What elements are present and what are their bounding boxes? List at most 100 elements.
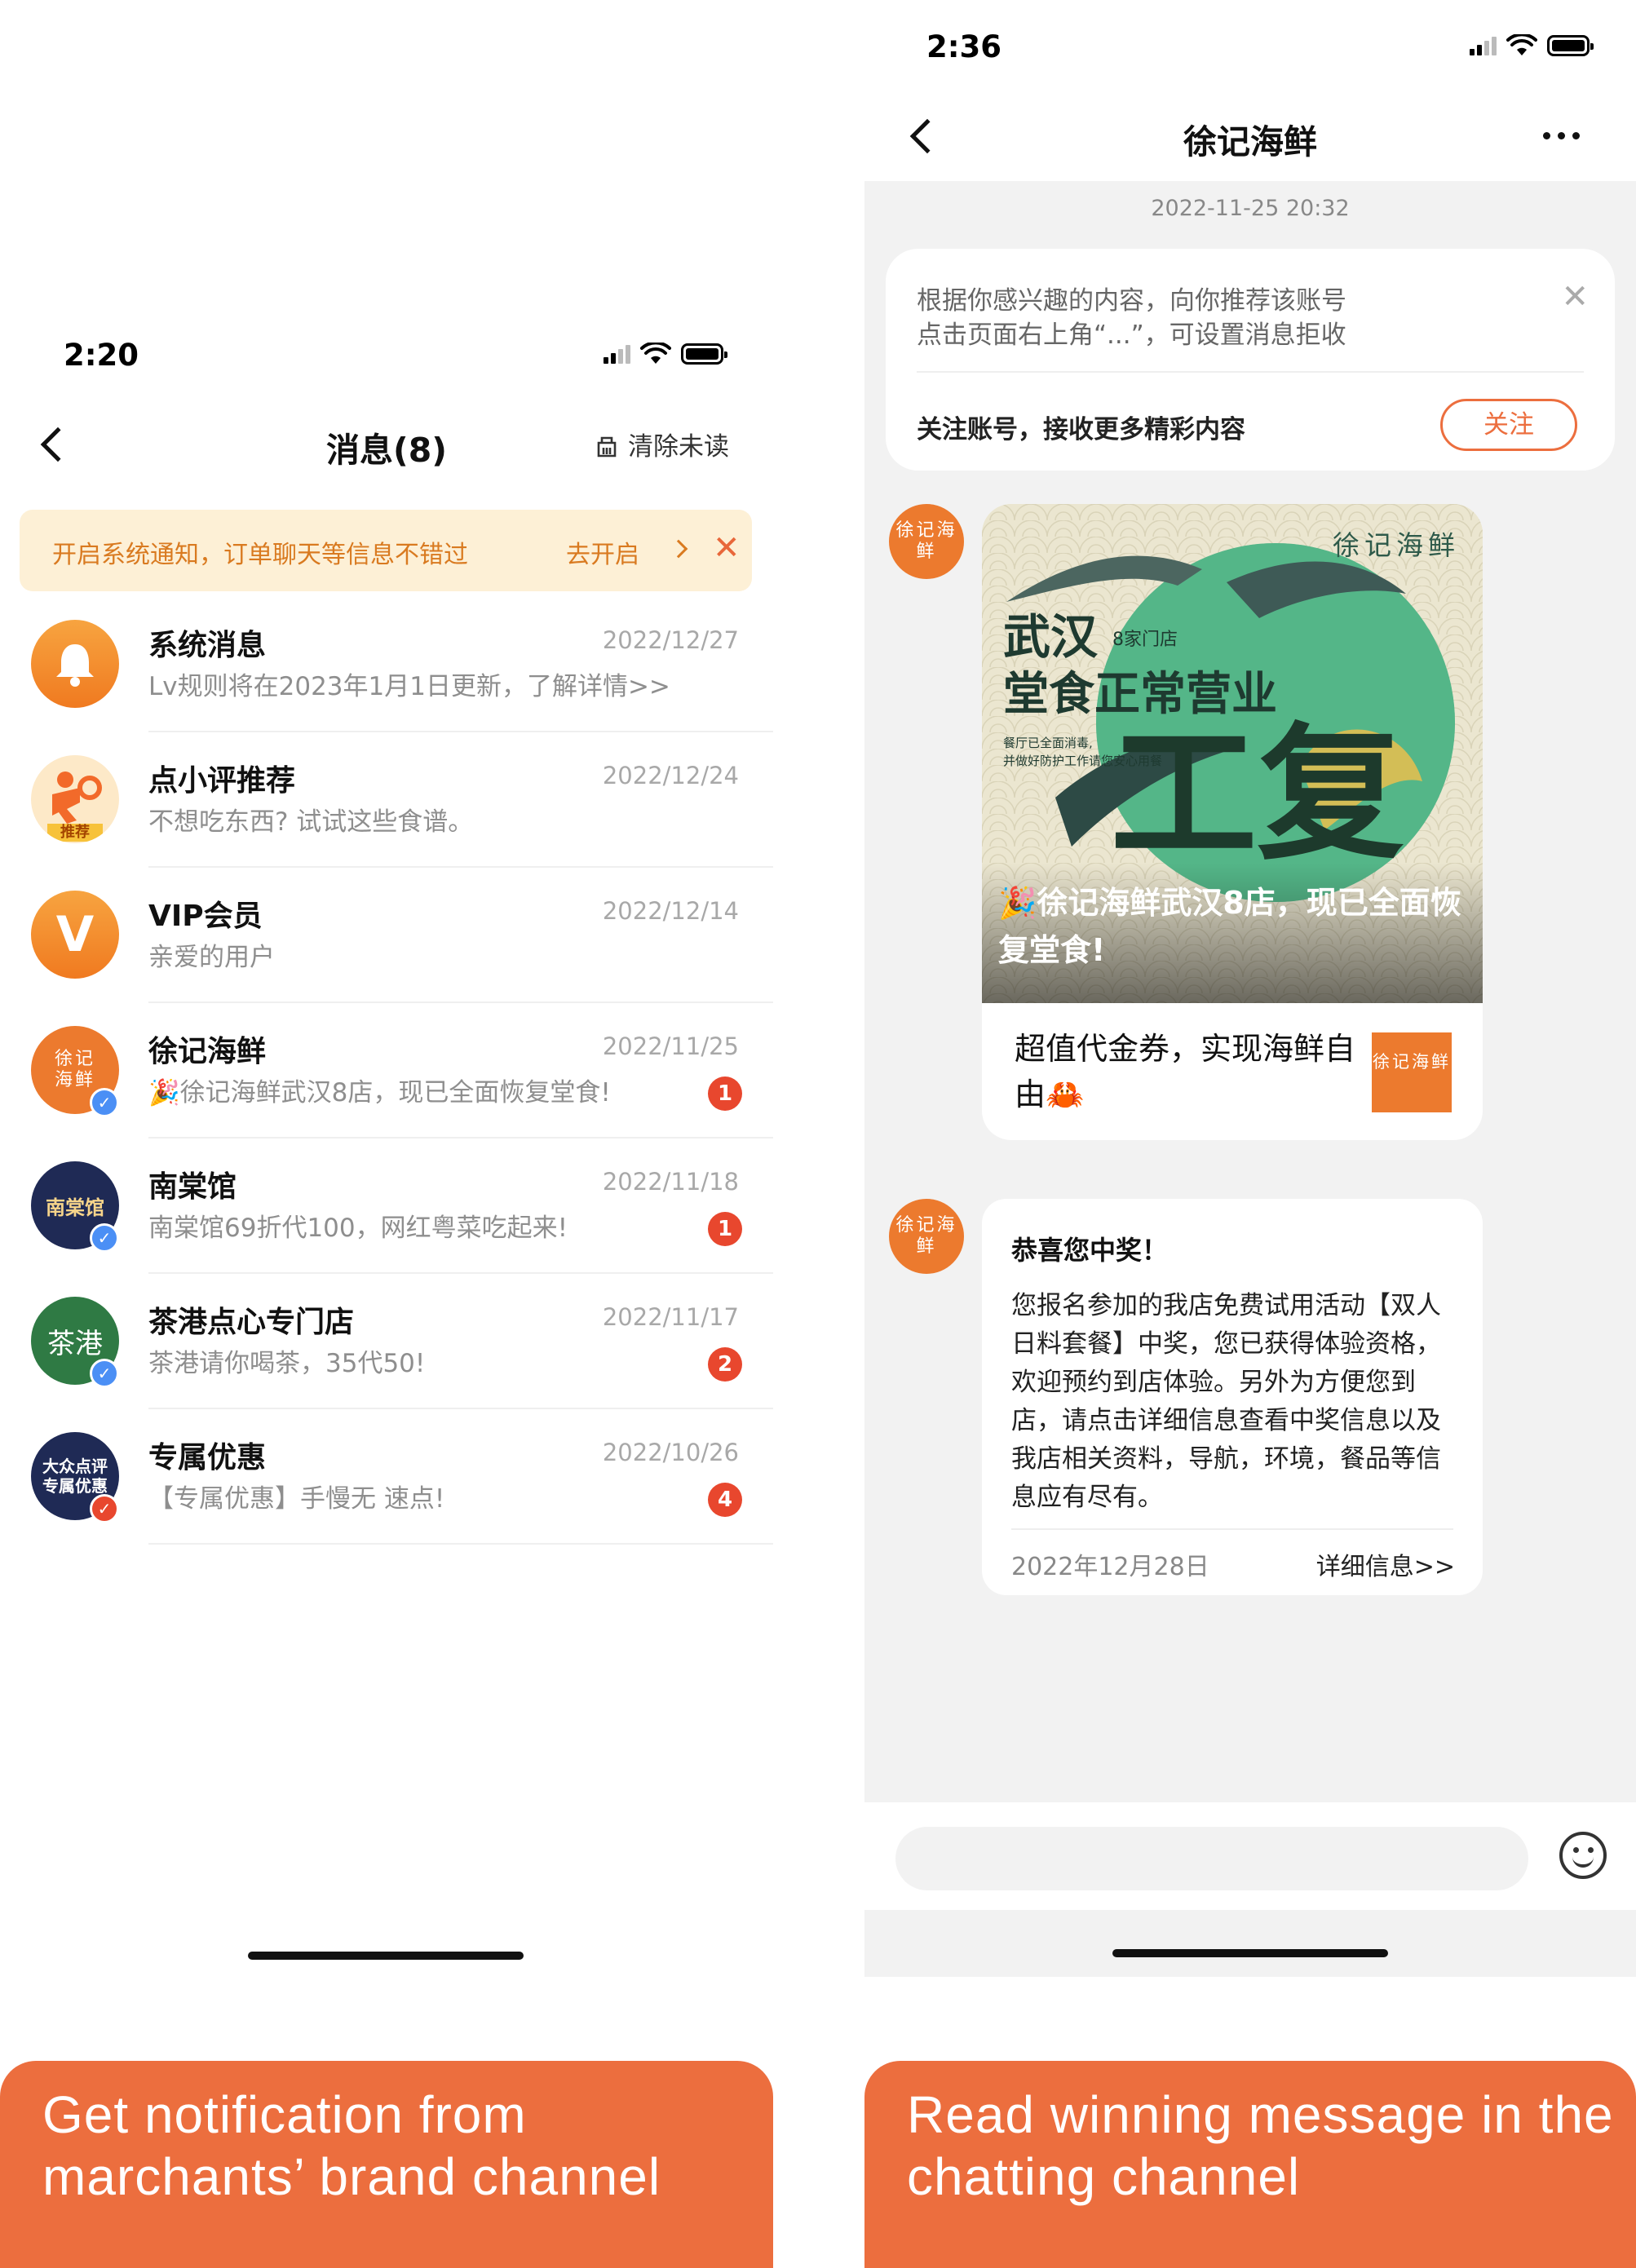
list-item[interactable]: 徐记海鲜 ✓ 徐记海鲜 2022/11/25 🎉徐记海鲜武汉8店，现已全面恢复堂… bbox=[0, 1003, 773, 1138]
wifi-icon bbox=[640, 343, 671, 364]
avatar-label: 徐记海鲜 bbox=[54, 1049, 95, 1090]
list-item-date: 2022/12/24 bbox=[602, 762, 739, 789]
status-icons bbox=[1470, 34, 1594, 57]
list-item-title: 点小评推荐 bbox=[148, 764, 296, 798]
emoji-icon[interactable] bbox=[1559, 1832, 1607, 1879]
avatar-label: 大众点评 专属优惠 bbox=[42, 1457, 108, 1496]
verified-icon: ✓ bbox=[90, 1494, 119, 1523]
winning-body: 您报名参加的我店免费试用活动【双人日料套餐】中奖，您已获得体验资格，欢迎预约到店… bbox=[1011, 1291, 1441, 1512]
list-item-date: 2022/10/26 bbox=[602, 1439, 739, 1466]
list-item-date: 2022/11/18 bbox=[602, 1168, 739, 1196]
chat-timestamp: 2022-11-25 20:32 bbox=[1151, 196, 1350, 221]
divider bbox=[917, 371, 1584, 373]
verified-icon: ✓ bbox=[90, 1359, 119, 1388]
promo-headline-text: 堂食正常营业 bbox=[1003, 668, 1277, 721]
brand-avatar[interactable]: 徐记海鲜 bbox=[889, 1199, 964, 1274]
list-item-title: 茶港点心专门店 bbox=[148, 1306, 355, 1339]
divider bbox=[1011, 1528, 1453, 1530]
clear-icon bbox=[597, 436, 617, 457]
promo-logo: 徐记海鲜 bbox=[1372, 1032, 1452, 1112]
battery-icon bbox=[681, 343, 727, 365]
list-item-title: VIP会员 bbox=[148, 900, 263, 933]
unread-badge: 1 bbox=[708, 1077, 742, 1111]
back-icon[interactable] bbox=[40, 427, 76, 462]
list-item[interactable]: 南棠馆 ✓ 南棠馆 2022/11/18 南棠馆69折代100，网红粤菜吃起来!… bbox=[0, 1138, 773, 1274]
promo-image: 徐记海鲜 武汉 8家门店 堂食正常营业 餐厅已全面消毒, 并做好防护工作请您安心… bbox=[982, 504, 1483, 1003]
details-link[interactable]: 详细信息>> bbox=[1316, 1546, 1455, 1582]
follow-prompt: 关注账号，接收更多精彩内容 bbox=[917, 415, 1245, 444]
list-item-preview: 南棠馆69折代100，网红粤菜吃起来! bbox=[148, 1214, 568, 1243]
recommend-hint: 点击页面右上角“...”，可设置消息拒收 bbox=[917, 321, 1346, 350]
list-item[interactable]: 推荐 点小评推荐 2022/12/24 不想吃东西? 试试这些食谱。 bbox=[0, 732, 773, 868]
clear-unread-button[interactable]: 清除未读 bbox=[592, 426, 729, 462]
list-item[interactable]: 系统消息 2022/12/27 Lv规则将在2023年1月1日更新，了解详情>> bbox=[0, 597, 773, 732]
notification-banner-text: 开启系统通知，订单聊天等信息不错过 bbox=[52, 541, 468, 569]
home-area bbox=[864, 1910, 1636, 1977]
avatar: V bbox=[31, 891, 119, 979]
unread-badge: 2 bbox=[708, 1347, 742, 1382]
promo-brand-text: 徐记海鲜 bbox=[1333, 529, 1460, 561]
list-item-title: 系统消息 bbox=[148, 629, 267, 662]
list-item-title: 徐记海鲜 bbox=[148, 1035, 267, 1068]
chat-title: 徐记海鲜 bbox=[1183, 122, 1317, 161]
winning-message-card[interactable]: 恭喜您中奖！ 您报名参加的我店免费试用活动【双人日料套餐】中奖，您已获得体验资格… bbox=[982, 1199, 1483, 1595]
clear-unread-label: 清除未读 bbox=[628, 432, 729, 462]
avatar bbox=[31, 620, 119, 708]
divider bbox=[148, 1543, 773, 1545]
close-icon[interactable]: ✕ bbox=[1561, 278, 1589, 316]
promo-message-card[interactable]: 徐记海鲜 武汉 8家门店 堂食正常营业 餐厅已全面消毒, 并做好防护工作请您安心… bbox=[982, 504, 1483, 1140]
avatar: 推荐 bbox=[31, 755, 119, 843]
more-icon[interactable] bbox=[1543, 132, 1580, 139]
home-indicator bbox=[1112, 1949, 1388, 1957]
list-item-preview: 亲爱的用户 bbox=[148, 943, 275, 972]
list-item-preview: Lv规则将在2023年1月1日更新，了解详情>> bbox=[148, 672, 670, 701]
promo-image-caption: 🎉徐记海鲜武汉8店，现已全面恢复堂食! bbox=[998, 885, 1461, 968]
brand-avatar[interactable]: 徐记海鲜 bbox=[889, 504, 964, 579]
winning-date: 2022年12月28日 bbox=[1011, 1553, 1209, 1581]
signal-icon bbox=[604, 344, 630, 364]
enable-notification-link[interactable]: 去开启 bbox=[566, 534, 639, 570]
chevron-right-icon[interactable] bbox=[669, 539, 688, 559]
notification-banner: 开启系统通知，订单聊天等信息不错过 去开启 ✕ bbox=[20, 510, 752, 591]
home-indicator bbox=[248, 1952, 524, 1960]
promo-title: 超值代金券，实现海鲜自由🦀 bbox=[1015, 1031, 1356, 1112]
caption: Read winning message in the chatting cha… bbox=[864, 2061, 1636, 2268]
list-item-date: 2022/12/27 bbox=[602, 626, 739, 654]
list-item[interactable]: 茶港 ✓ 茶港点心专门店 2022/11/17 茶港请你喝茶，35代50! 2 bbox=[0, 1274, 773, 1409]
status-time: 2:20 bbox=[64, 338, 139, 373]
verified-icon: ✓ bbox=[90, 1223, 119, 1253]
close-icon[interactable]: ✕ bbox=[713, 529, 741, 567]
list-item[interactable]: 大众点评 专属优惠 ✓ 专属优惠 2022/10/26 【专属优惠】手慢无 速点… bbox=[0, 1409, 773, 1545]
avatar-label: 茶港 bbox=[47, 1327, 103, 1360]
avatar-label: 南棠馆 bbox=[46, 1196, 104, 1219]
list-item-date: 2022/11/25 bbox=[602, 1032, 739, 1060]
promo-stores-text: 8家门店 bbox=[1112, 630, 1178, 650]
recommend-card: 根据你感兴趣的内容，向你推荐该账号 点击页面右上角“...”，可设置消息拒收 ✕… bbox=[886, 249, 1615, 471]
promo-note-1: 餐厅已全面消毒, bbox=[1003, 736, 1093, 750]
battery-icon bbox=[1547, 35, 1594, 56]
winning-title: 恭喜您中奖！ bbox=[1011, 1235, 1169, 1266]
list-item-title: 专属优惠 bbox=[148, 1441, 267, 1474]
signal-icon bbox=[1470, 36, 1497, 55]
back-icon[interactable] bbox=[909, 118, 945, 154]
vip-icon: V bbox=[55, 906, 95, 963]
list-item-preview: 【专属优惠】手慢无 速点! bbox=[148, 1484, 445, 1514]
list-item-title: 南棠馆 bbox=[148, 1170, 237, 1204]
list-item-date: 2022/11/17 bbox=[602, 1303, 739, 1331]
message-list-screen: 2:20 消息(8) 清除未读 开启系统通知，订单聊天等信息不错过 去开启 ✕ … bbox=[0, 0, 773, 2268]
status-icons bbox=[604, 343, 727, 365]
list-item-preview: 茶港请你喝茶，35代50! bbox=[148, 1349, 426, 1378]
chat-screen: 2:36 徐记海鲜 2022-11-25 20:32 根据你感兴趣的内容，向你推… bbox=[864, 0, 1636, 2268]
page-title: 消息(8) bbox=[325, 431, 447, 470]
status-time: 2:36 bbox=[926, 29, 1002, 64]
unread-badge: 1 bbox=[708, 1212, 742, 1246]
recommend-text: 根据你感兴趣的内容，向你推荐该账号 bbox=[917, 286, 1346, 316]
avatar-label: 推荐 bbox=[60, 824, 90, 841]
verified-icon: ✓ bbox=[90, 1088, 119, 1117]
list-item[interactable]: V VIP会员 2022/12/14 亲爱的用户 bbox=[0, 868, 773, 1003]
bell-icon bbox=[56, 644, 94, 687]
follow-button[interactable]: 关注 bbox=[1440, 399, 1577, 451]
message-input[interactable] bbox=[895, 1827, 1528, 1890]
list-item-date: 2022/12/14 bbox=[602, 897, 739, 925]
input-bar bbox=[864, 1802, 1636, 1910]
